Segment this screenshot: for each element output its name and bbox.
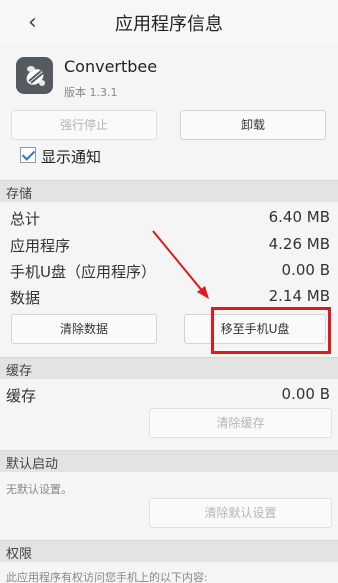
show-notification-label: 显示通知 <box>41 148 102 166</box>
show-notification-checkbox[interactable] <box>20 147 36 163</box>
row-label: 数据 <box>10 289 41 307</box>
uninstall-button[interactable]: 卸载 <box>180 110 326 140</box>
row-value: 0.00 B <box>281 385 330 403</box>
section-default-launch: 默认启动 <box>0 450 338 472</box>
row-label: 手机U盘（应用程序） <box>10 263 156 281</box>
row-label: 缓存 <box>6 387 37 405</box>
force-stop-button[interactable]: 强行停止 <box>11 110 157 140</box>
app-name: Convertbee <box>64 57 158 76</box>
permissions-hint: 此应用程序有权访问您手机上的以下内容: <box>6 571 208 583</box>
default-launch-hint: 无默认设置。 <box>6 483 72 496</box>
section-permissions: 权限 <box>0 540 338 562</box>
storage-row-total: 总计 6.40 MB <box>0 205 338 231</box>
clear-defaults-button[interactable]: 清除默认设置 <box>149 498 332 528</box>
clear-data-button[interactable]: 清除数据 <box>11 314 157 344</box>
row-value: 4.26 MB <box>268 235 330 253</box>
storage-row-app: 应用程序 4.26 MB <box>0 232 338 258</box>
page-title: 应用程序信息 <box>115 14 223 35</box>
section-title: 缓存 <box>6 364 33 379</box>
bee-icon <box>26 65 45 86</box>
row-label: 应用程序 <box>10 237 71 255</box>
row-value: 6.40 MB <box>268 208 330 226</box>
title-bar: ‹ 应用程序信息 <box>0 0 338 46</box>
row-label: 总计 <box>10 210 41 228</box>
clear-cache-button[interactable]: 清除缓存 <box>149 408 332 438</box>
app-icon <box>16 57 53 94</box>
annotation-highlight-box <box>211 307 331 354</box>
section-title: 权限 <box>6 547 33 562</box>
cache-row: 缓存 0.00 B <box>0 382 338 408</box>
section-title: 默认启动 <box>6 457 59 472</box>
section-cache: 缓存 <box>0 357 338 379</box>
section-title: 存储 <box>6 187 33 202</box>
storage-row-usb: 手机U盘（应用程序） 0.00 B <box>0 258 338 284</box>
app-version: 版本 1.3.1 <box>64 86 118 99</box>
row-value: 2.14 MB <box>268 287 330 305</box>
row-value: 0.00 B <box>281 261 330 279</box>
section-storage: 存储 <box>0 180 338 202</box>
